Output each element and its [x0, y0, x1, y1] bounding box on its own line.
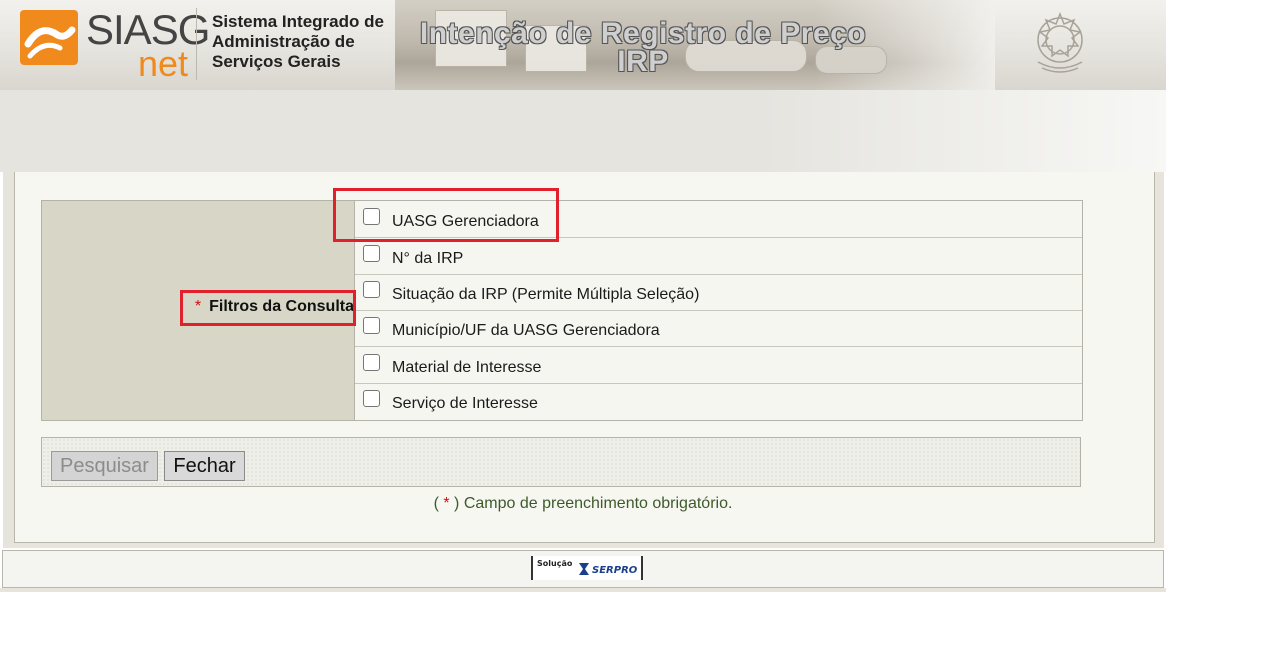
note-open: (: [433, 495, 439, 512]
close-button[interactable]: Fechar: [164, 451, 245, 481]
checkbox-municipio-uf[interactable]: [363, 316, 380, 334]
checkbox-situacao-irp[interactable]: [363, 280, 380, 298]
note-asterisk: *: [443, 495, 450, 512]
button-bar: Pesquisar Fechar: [41, 437, 1081, 487]
filter-option-material[interactable]: Material de Interesse: [355, 347, 1082, 384]
logo-net-text: net: [138, 43, 189, 84]
filters-table: * Filtros da Consulta UASG Gerenciadora N…: [41, 200, 1083, 421]
filter-option-label: Material de Interesse: [392, 359, 542, 376]
system-name-line: Administração de: [212, 32, 355, 51]
checkbox-numero-irp[interactable]: [363, 244, 380, 262]
footer-bottom-edge: [0, 588, 1166, 592]
page: SIASG net Sistema Integrado de Administr…: [0, 0, 1273, 647]
filter-option-uasg[interactable]: UASG Gerenciadora: [355, 201, 1082, 238]
checkbox-servico-interesse[interactable]: [363, 389, 380, 407]
filter-option-label: Município/UF da UASG Gerenciadora: [392, 322, 660, 339]
page-title-line2: IRP: [617, 45, 669, 78]
required-field-note: ( * ) Campo de preenchimento obrigatório…: [0, 495, 1166, 513]
system-name-line: Sistema Integrado de: [212, 12, 384, 31]
header-banner: SIASG net Sistema Integrado de Administr…: [0, 0, 1166, 90]
system-name: Sistema Integrado de Administração de Se…: [212, 12, 384, 72]
filter-option-label: Serviço de Interesse: [392, 395, 538, 412]
filters-label: * Filtros da Consulta: [195, 298, 354, 316]
header-spacer: [0, 90, 1166, 172]
filter-option-numero-irp[interactable]: N° da IRP: [355, 238, 1082, 275]
system-name-line: Serviços Gerais: [212, 52, 341, 71]
filter-option-situacao[interactable]: Situação da IRP (Permite Múltipla Seleçã…: [355, 274, 1082, 311]
required-asterisk: *: [194, 298, 202, 315]
note-text: ) Campo de preenchimento obrigatório.: [454, 495, 733, 512]
checkbox-material-interesse[interactable]: [363, 353, 380, 371]
filter-option-label: N° da IRP: [392, 250, 464, 267]
filters-label-cell: * Filtros da Consulta: [42, 201, 355, 420]
logo-divider: [196, 8, 197, 80]
page-title-line1: Intenção de Registro de Preço: [419, 17, 867, 50]
serpro-logo: Solução SERPRO: [531, 556, 643, 580]
solution-label: Solução: [537, 559, 573, 568]
brazil-coat-of-arms-icon: [1037, 11, 1083, 73]
search-button[interactable]: Pesquisar: [51, 451, 158, 481]
filter-option-label: Situação da IRP (Permite Múltipla Seleçã…: [392, 286, 700, 303]
footer: Solução SERPRO: [2, 550, 1164, 588]
checkbox-uasg-gerenciadora[interactable]: [363, 207, 380, 225]
siasg-logo-icon: [20, 10, 78, 65]
serpro-name: SERPRO: [592, 565, 638, 576]
filter-option-label: UASG Gerenciadora: [392, 213, 539, 230]
filters-label-text: Filtros da Consulta: [209, 298, 354, 315]
serpro-mark-icon: [579, 563, 589, 575]
filter-option-servico[interactable]: Serviço de Interesse: [355, 383, 1082, 419]
filter-option-municipio[interactable]: Município/UF da UASG Gerenciadora: [355, 310, 1082, 347]
page-title: Intenção de Registro de Preço IRP: [408, 17, 878, 78]
